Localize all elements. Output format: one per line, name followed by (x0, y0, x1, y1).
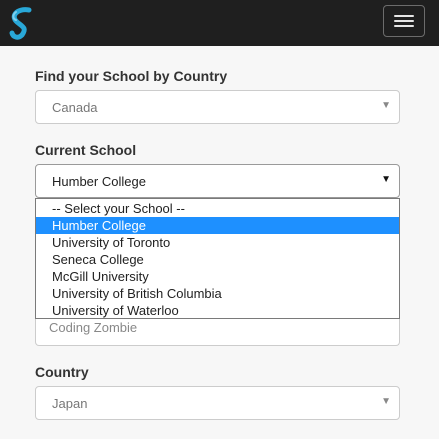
school-option[interactable]: University of British Columbia (36, 285, 399, 302)
hamburger-menu-icon[interactable] (383, 5, 425, 37)
country-filter-select[interactable]: Canada ▼ (35, 90, 400, 124)
school-option-selected[interactable]: Humber College (36, 217, 399, 234)
current-school-label: Current School (35, 142, 137, 158)
current-school-select[interactable]: Humber College ▼ (35, 164, 400, 198)
school-dropdown-list[interactable]: -- Select your School -- Humber College … (35, 198, 400, 319)
chevron-down-icon: ▼ (381, 174, 391, 185)
school-option[interactable]: McGill University (36, 268, 399, 285)
obscured-field-value: Coding Zombie (49, 320, 138, 335)
school-option[interactable]: University of Toronto (36, 234, 399, 251)
country-label: Country (35, 364, 89, 380)
current-school-value: Humber College (52, 174, 146, 189)
country-filter-value: Canada (52, 100, 98, 115)
chevron-down-icon: ▼ (381, 396, 391, 407)
navbar (0, 0, 439, 46)
school-option[interactable]: University of Waterloo (36, 302, 399, 319)
school-option[interactable]: -- Select your School -- (36, 200, 399, 217)
chevron-down-icon: ▼ (381, 100, 391, 111)
school-option[interactable]: Seneca College (36, 251, 399, 268)
find-school-by-country-label: Find your School by Country (35, 68, 228, 84)
country-select[interactable]: Japan ▼ (35, 386, 400, 420)
s-logo-icon[interactable] (7, 6, 37, 42)
country-value: Japan (52, 396, 88, 411)
